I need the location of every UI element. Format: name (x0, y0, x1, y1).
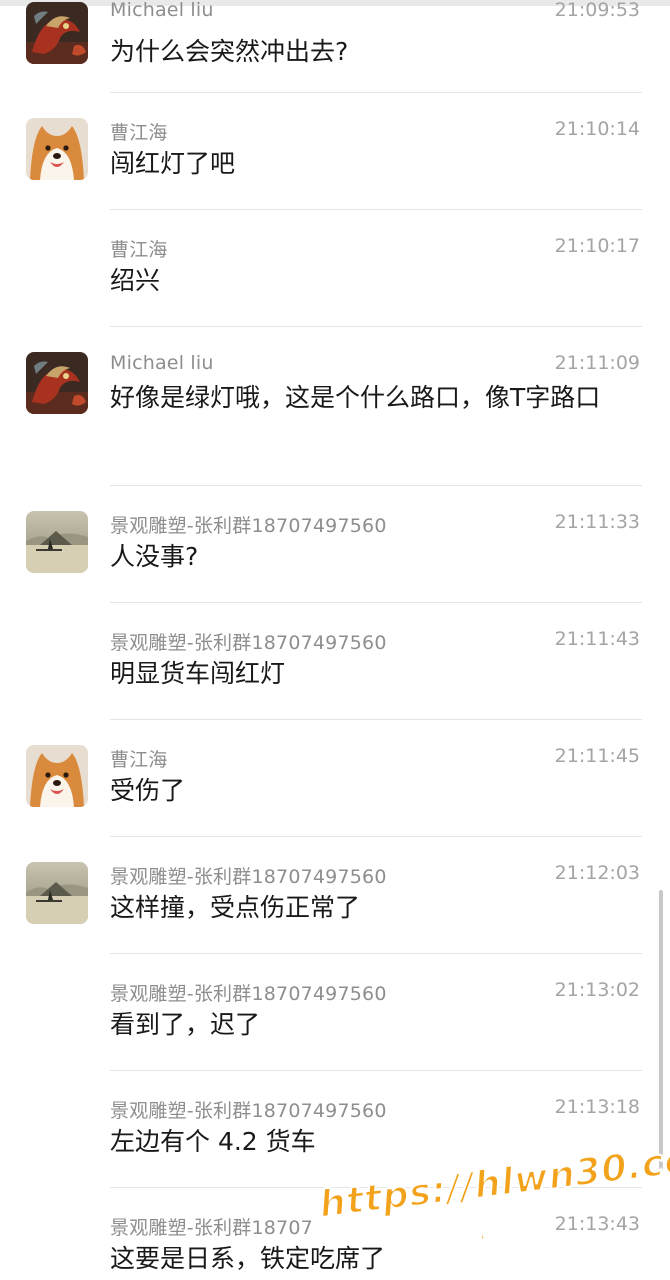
message-time: 21:13:18 (554, 1096, 640, 1118)
divider (110, 719, 642, 720)
divider (110, 953, 642, 954)
message-text[interactable]: 明显货车闯红灯 (110, 654, 650, 693)
landscape-avatar[interactable] (26, 862, 88, 924)
message-time: 21:11:45 (554, 745, 640, 767)
message-text[interactable]: 为什么会突然冲出去? (110, 32, 650, 71)
sender-name: 曹江海 (110, 239, 168, 261)
sender-name: Michael liu (110, 352, 214, 374)
sender-name: 曹江海 (110, 122, 168, 144)
dragon-avatar[interactable] (26, 352, 88, 414)
dog-avatar[interactable] (26, 745, 88, 807)
sender-name: 景观雕塑-张利群18707497560 (110, 866, 387, 888)
watermark-name: 黑料网 (436, 1210, 550, 1266)
sender-name: 景观雕塑-张利群18707497560 (110, 983, 387, 1005)
message-text[interactable]: 绍兴 (110, 261, 650, 300)
message-time: 21:11:09 (554, 352, 640, 374)
divider (110, 326, 642, 327)
divider (110, 485, 642, 486)
message-text[interactable]: 这样撞，受点伤正常了 (110, 888, 650, 927)
message-text[interactable]: 人没事? (110, 537, 650, 576)
divider (110, 602, 642, 603)
sender-name: 景观雕塑-张利群18707 (110, 1217, 313, 1239)
message-time: 21:11:43 (554, 628, 640, 650)
landscape-avatar[interactable] (26, 511, 88, 573)
dog-avatar[interactable] (26, 118, 88, 180)
message-time: 21:11:33 (554, 511, 640, 533)
divider (110, 92, 642, 93)
chat-history-screen: Michael liu 21:09:53 为什么会突然冲出去? 曹江海 21:1… (0, 0, 670, 1280)
divider (110, 836, 642, 837)
message-time: 21:10:14 (554, 118, 640, 140)
message-text[interactable]: 好像是绿灯哦，这是个什么路口，像T字路口 (110, 378, 645, 417)
message-time: 21:09:53 (554, 0, 640, 21)
message-time: 21:12:03 (554, 862, 640, 884)
scrollbar[interactable] (659, 890, 663, 1170)
message-text[interactable]: 闯红灯了吧 (110, 144, 650, 183)
sender-name: 景观雕塑-张利群18707497560 (110, 632, 387, 654)
sender-name: 景观雕塑-张利群18707497560 (110, 515, 387, 537)
message-text[interactable]: 受伤了 (110, 771, 650, 810)
sender-name: 曹江海 (110, 749, 168, 771)
sender-name: Michael liu (110, 0, 214, 21)
divider (110, 1070, 642, 1071)
message-text[interactable]: 看到了，迟了 (110, 1005, 650, 1044)
sender-name: 景观雕塑-张利群18707497560 (110, 1100, 387, 1122)
message-time: 21:10:17 (554, 235, 640, 257)
divider (110, 209, 642, 210)
dragon-avatar[interactable] (26, 2, 88, 64)
message-time: 21:13:02 (554, 979, 640, 1001)
